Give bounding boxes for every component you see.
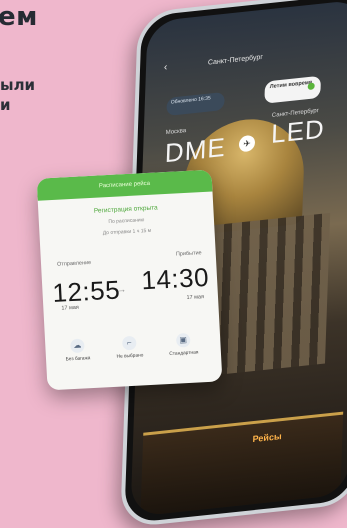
feature-fare-label: Стандартная	[169, 350, 199, 358]
screen-title: Санкт-Петербург	[207, 53, 263, 67]
arrival-label: Прибытие	[175, 250, 202, 258]
status-badge-label: Летим вовремя	[269, 79, 313, 91]
feature-seat-label: Не выбрано	[116, 353, 144, 360]
feature-seat[interactable]: ⌐ Не выбрано	[109, 335, 150, 360]
feature-fare[interactable]: ▣ Стандартная	[163, 332, 204, 357]
arrow-right-icon: →	[116, 284, 127, 296]
to-code: LED	[270, 113, 326, 150]
arrival-time: 14:30	[140, 261, 210, 296]
status-dot-icon	[307, 82, 315, 91]
from-code: DME	[164, 131, 227, 169]
feature-baggage[interactable]: ☁ Без багажа	[57, 338, 98, 363]
departure-label: Отправление	[56, 259, 92, 268]
bus-image	[140, 411, 344, 517]
feature-baggage-label: Без багажа	[65, 356, 91, 363]
bag-icon: ▣	[175, 332, 191, 348]
arrival-date: 17 мая	[186, 294, 205, 302]
cloud-icon: ☁	[70, 338, 85, 354]
departure-date: 17 мая	[61, 304, 80, 312]
flight-card[interactable]: Расписание рейса Регистрация открыта По …	[36, 169, 223, 391]
seat-icon: ⌐	[121, 335, 137, 351]
update-badge: Обновлено 16:35	[166, 91, 225, 117]
departure-time: 12:55	[51, 274, 121, 309]
promo-line-2: и	[0, 96, 11, 114]
chevron-left-icon[interactable]: ‹	[164, 62, 168, 73]
from-city: Москва	[165, 127, 187, 137]
status-badge[interactable]: Летим вовремя	[264, 75, 322, 104]
